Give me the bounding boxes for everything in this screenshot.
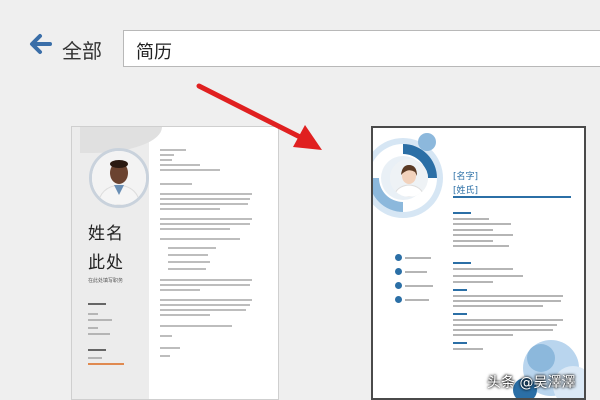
contact-text-line: [405, 257, 431, 259]
contact-bullet: [395, 296, 402, 303]
section-text-line: [453, 305, 543, 307]
template-tagline: 在此处填写职务: [88, 278, 124, 284]
section-heading-line: [453, 212, 471, 214]
resume-template-card-2[interactable]: [名字] [姓氏]: [371, 126, 586, 400]
sidebar-text-line: [88, 333, 110, 335]
contact-bullet: [395, 282, 402, 289]
contact-text-line: [405, 271, 427, 273]
template-last-name: [姓氏]: [453, 186, 479, 196]
search-input[interactable]: 简历: [123, 30, 600, 67]
section-text-line: [453, 245, 509, 247]
section-heading-line: [453, 289, 467, 291]
section-heading-line: [453, 313, 467, 315]
sidebar-text-line: [88, 313, 98, 315]
template-first-name: [名字]: [453, 172, 479, 182]
section-text-line: [453, 281, 493, 283]
contact-bullet: [395, 254, 402, 261]
section-text-line: [453, 295, 563, 297]
sidebar-heading-line: [88, 349, 106, 351]
profile-photo: [390, 159, 428, 197]
template-name-line-1: 姓名: [88, 224, 124, 244]
search-query-text[interactable]: 简历: [136, 38, 172, 64]
section-text-line: [453, 275, 523, 277]
section-text-line: [453, 300, 561, 302]
section-heading-line: [453, 262, 471, 264]
sidebar-link-line: [88, 363, 124, 365]
sidebar-text-line: [88, 357, 102, 359]
section-heading-line: [453, 342, 467, 344]
contact-text-line: [405, 299, 429, 301]
sidebar-text-line: [88, 319, 112, 321]
section-text-line: [453, 223, 511, 225]
section-text-line: [453, 218, 489, 220]
section-text-line: [453, 348, 483, 350]
contact-bullet: [395, 268, 402, 275]
profile-photo: [89, 148, 149, 208]
section-text-line: [453, 234, 513, 236]
template-name-line-2: 此处: [88, 253, 124, 273]
back-arrow-icon[interactable]: [28, 33, 54, 55]
sidebar-text-line: [88, 327, 98, 329]
scope-label-all[interactable]: 全部: [62, 35, 102, 64]
sidebar-heading-line: [88, 303, 106, 305]
watermark: 头条 @吴澤澤: [487, 375, 576, 391]
section-text-line: [453, 268, 513, 270]
resume-template-card-1[interactable]: 姓名 此处 在此处填写职务: [71, 126, 279, 400]
section-text-line: [453, 229, 493, 231]
name-divider: [453, 196, 571, 198]
contact-text-line: [405, 285, 433, 287]
section-text-line: [453, 319, 563, 321]
section-text-line: [453, 240, 493, 242]
